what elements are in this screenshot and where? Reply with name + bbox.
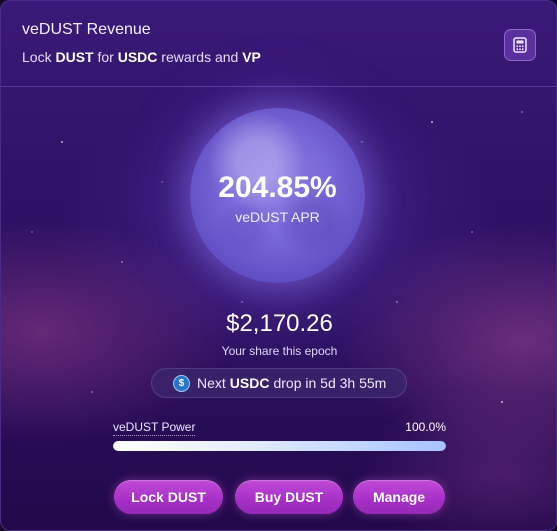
vedust-power-label[interactable]: veDUST Power [113,420,196,436]
calculator-button[interactable] [504,29,536,61]
usdc-coin-icon: $ [173,374,190,392]
card-subtitle: Lock DUST for USDC rewards and VP [22,49,261,65]
lock-dust-button[interactable]: Lock DUST [114,480,223,514]
vedust-revenue-card: veDUST Revenue Lock DUST for USDC reward… [0,0,557,531]
epoch-share-amount: $2,170.26 [226,310,333,337]
manage-button[interactable]: Manage [353,480,445,514]
epoch-share-label: Your share this epoch [221,344,338,358]
vedust-power-value: 100.0% [405,420,446,434]
vedust-power-bar [113,441,446,451]
card-title: veDUST Revenue [22,21,151,38]
calculator-icon [513,37,527,53]
card-header: veDUST Revenue Lock DUST for USDC reward… [1,1,556,87]
apr-value: 204.85% [218,171,337,204]
next-drop-countdown: $ Next USDC drop in 5d 3h 55m [151,368,407,398]
vedust-power-fill [113,441,446,451]
apr-label: veDUST APR [235,209,320,225]
buy-dust-button[interactable]: Buy DUST [235,480,343,514]
